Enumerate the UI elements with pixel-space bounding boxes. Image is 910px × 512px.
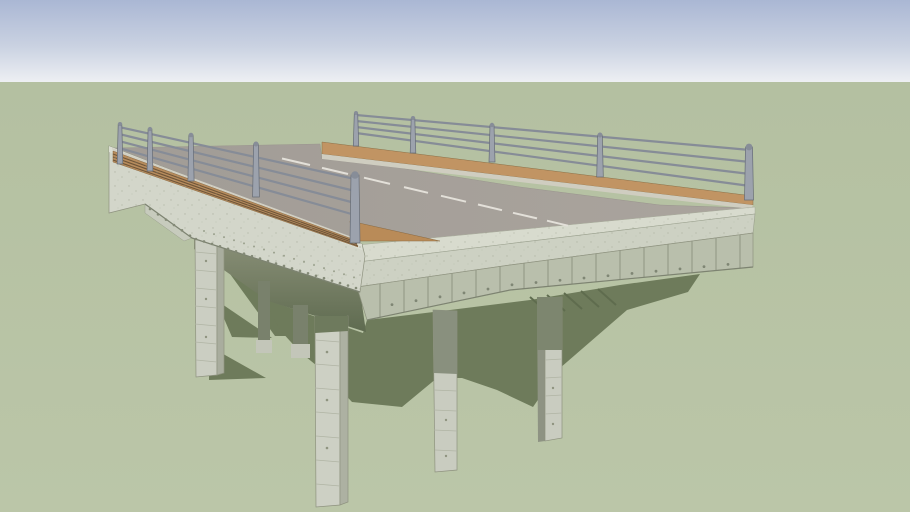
- pier1-side: [217, 238, 224, 375]
- pier4-top-shade: [537, 297, 562, 350]
- pier2-side: [340, 316, 348, 505]
- near-guardrail-post-cap: [189, 133, 194, 138]
- pier-back-left-base: [256, 340, 272, 353]
- formwork-dot: [552, 423, 554, 425]
- near-guardrail-post-cap: [118, 122, 122, 126]
- panel-bolt-row: [655, 270, 658, 273]
- far-guardrail-post: [353, 113, 358, 146]
- far-guardrail-post: [410, 118, 416, 153]
- sky: [0, 0, 910, 82]
- formwork-dot: [326, 399, 329, 402]
- formwork-dot: [326, 447, 329, 450]
- formwork-dot: [205, 260, 207, 262]
- panel-bolt-row: [439, 295, 442, 298]
- far-guardrail-post: [597, 135, 604, 177]
- bridge-3d-render[interactable]: [0, 0, 910, 512]
- panel-bolt-row: [415, 299, 418, 302]
- near-guardrail-post: [188, 135, 194, 181]
- formwork-dot: [205, 336, 207, 338]
- pier-back-right-base: [291, 344, 310, 358]
- far-guardrail-post-cap: [490, 123, 494, 127]
- panel-bolt-row: [631, 272, 634, 275]
- panel-bolt-row: [559, 279, 562, 282]
- formwork-dot: [445, 455, 447, 457]
- near-guardrail-post-cap: [253, 141, 258, 146]
- far-guardrail-end-post: [745, 147, 754, 200]
- panel-bolt-row: [727, 263, 730, 266]
- formwork-dot: [445, 419, 447, 421]
- pier2-front: [315, 316, 340, 507]
- panel-bolt-row: [679, 268, 682, 271]
- far-guardrail-end-post-cap: [746, 144, 753, 151]
- panel-bolt-row: [535, 281, 538, 284]
- panel-bolt-row: [703, 265, 706, 268]
- formwork-dot: [205, 298, 207, 300]
- near-guardrail-end-post: [350, 175, 360, 243]
- model-viewport[interactable]: [0, 0, 910, 512]
- panel-bolt-row: [511, 283, 514, 286]
- far-guardrail-post: [489, 125, 495, 162]
- formwork-dot: [552, 387, 554, 389]
- far-guardrail-post-cap: [411, 116, 415, 120]
- panel-bolt-row: [583, 277, 586, 280]
- panel-bolt-row: [607, 274, 610, 277]
- formwork-dot: [326, 351, 329, 354]
- far-guardrail-post-cap: [354, 111, 358, 115]
- near-guardrail-end-post-cap: [351, 171, 359, 179]
- far-guardrail-post-cap: [598, 133, 603, 138]
- panel-bolt-row: [463, 292, 466, 295]
- pier2-top-shade: [315, 316, 348, 333]
- panel-bolt-row: [487, 288, 490, 291]
- near-guardrail-post-cap: [148, 127, 152, 131]
- near-guardrail-post: [253, 144, 260, 197]
- pier3-top-shade: [433, 310, 457, 374]
- pier1-front: [195, 234, 217, 377]
- panel-bolt-row: [391, 303, 394, 306]
